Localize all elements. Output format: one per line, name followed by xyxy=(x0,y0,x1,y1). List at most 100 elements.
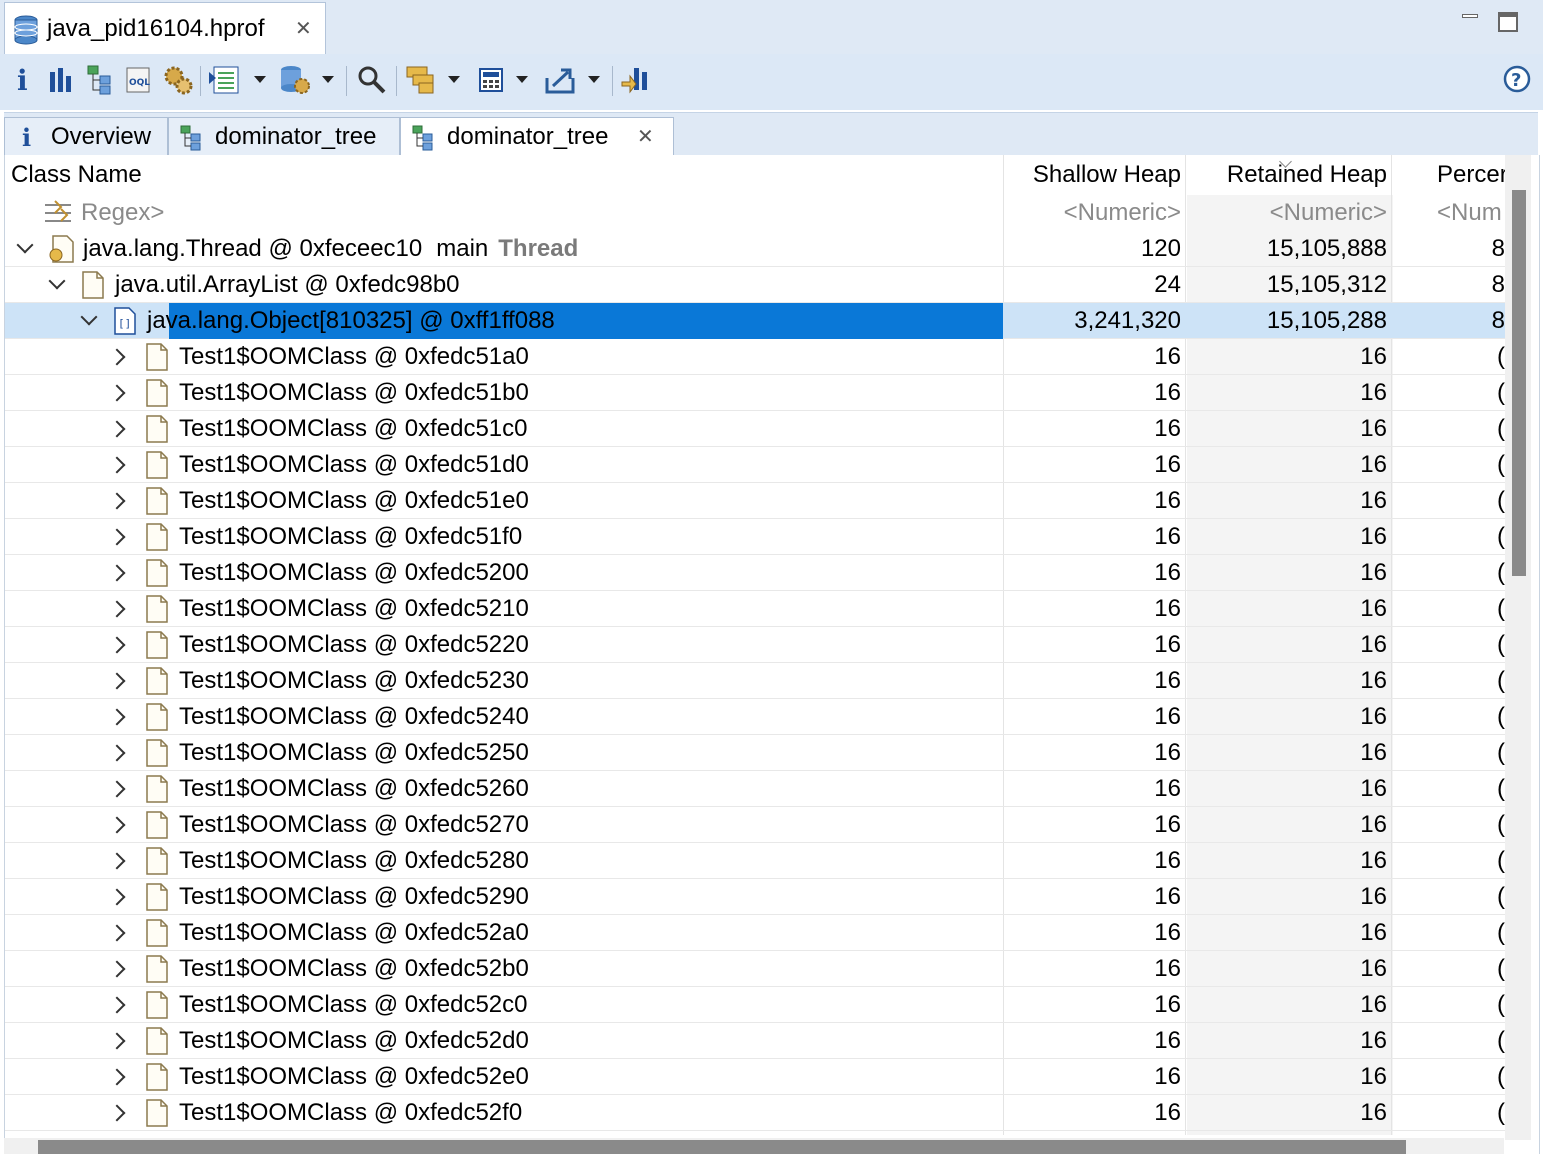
expand-chevron-icon[interactable] xyxy=(109,993,131,1015)
tree-row[interactable]: Test1$OOMClass @ 0xfedc5290 16 16 ( xyxy=(5,879,1505,915)
help-icon[interactable]: ? xyxy=(1502,64,1532,96)
retained-filter-input[interactable]: <Numeric> xyxy=(1189,195,1387,231)
tree-row[interactable]: Test1$OOMClass @ 0xfedc51a0 16 16 ( xyxy=(5,339,1505,375)
calculate-dropdown[interactable] xyxy=(516,76,528,83)
tree-row[interactable]: Test1$OOMClass @ 0xfedc51d0 16 16 ( xyxy=(5,447,1505,483)
collapse-chevron-icon[interactable] xyxy=(77,309,99,331)
oql-icon[interactable]: OQL xyxy=(124,64,154,96)
tree-row[interactable]: Test1$OOMClass @ 0xfedc51f0 16 16 ( xyxy=(5,519,1505,555)
retained-heap-cell: 16 xyxy=(1360,595,1387,622)
calculate-retained-icon[interactable] xyxy=(478,64,506,96)
tab-overview[interactable]: i Overview xyxy=(4,117,168,155)
expand-chevron-icon[interactable] xyxy=(109,1101,131,1123)
expand-chevron-icon[interactable] xyxy=(109,381,131,403)
editor-tab[interactable]: java_pid16104.hprof ✕ xyxy=(4,2,326,54)
shallow-heap-cell: 16 xyxy=(1154,595,1181,622)
run-report-icon[interactable] xyxy=(208,64,242,96)
object-label: Test1$OOMClass @ 0xfedc51a0 xyxy=(179,343,529,370)
tree-row-selected[interactable]: [] java.lang.Object[810325] @ 0xff1ff088 3… xyxy=(5,303,1505,339)
shallow-filter-input[interactable]: <Numeric> xyxy=(1005,195,1181,231)
export-icon[interactable] xyxy=(544,64,580,96)
group-by-dropdown[interactable] xyxy=(448,76,460,83)
expand-chevron-icon[interactable] xyxy=(109,921,131,943)
shallow-heap-cell: 16 xyxy=(1154,739,1181,766)
tree-row[interactable]: Test1$OOMClass @ 0xfedc5230 16 16 ( xyxy=(5,663,1505,699)
tree-row[interactable]: Test1$OOMClass @ 0xfedc51e0 16 16 ( xyxy=(5,483,1505,519)
tree-row[interactable]: Test1$OOMClass @ 0xfedc5220 16 16 ( xyxy=(5,627,1505,663)
expand-chevron-icon[interactable] xyxy=(109,1065,131,1087)
percentage-cell: 8 xyxy=(1491,235,1505,262)
percentage-filter-input[interactable]: <Num xyxy=(1437,195,1507,231)
expand-chevron-icon[interactable] xyxy=(109,489,131,511)
tree-row[interactable]: Test1$OOMClass @ 0xfedc5250 16 16 ( xyxy=(5,735,1505,771)
object-icon xyxy=(145,1099,169,1132)
expand-chevron-icon[interactable] xyxy=(109,345,131,367)
tree-row[interactable]: Test1$OOMClass @ 0xfedc5240 16 16 ( xyxy=(5,699,1505,735)
close-icon[interactable]: ✕ xyxy=(637,119,654,155)
export-dropdown[interactable] xyxy=(588,76,600,83)
close-icon[interactable]: ✕ xyxy=(295,16,312,41)
pin-icon[interactable] xyxy=(620,64,654,96)
expand-chevron-icon[interactable] xyxy=(109,633,131,655)
expand-chevron-icon[interactable] xyxy=(109,777,131,799)
object-name: java.lang.Object[810325] @ 0xff1ff088 xyxy=(147,303,555,339)
tree-row[interactable]: Test1$OOMClass @ 0xfedc52d0 16 16 ( xyxy=(5,1023,1505,1059)
horizontal-scrollbar-thumb[interactable] xyxy=(38,1140,1406,1154)
expand-chevron-icon[interactable] xyxy=(109,741,131,763)
expand-chevron-icon[interactable] xyxy=(109,669,131,691)
object-icon xyxy=(145,955,169,988)
expand-chevron-icon[interactable] xyxy=(109,417,131,439)
vertical-scrollbar-thumb[interactable] xyxy=(1512,190,1526,576)
minimize-icon[interactable] xyxy=(1460,8,1480,22)
tab-dominator-tree-active[interactable]: dominator_tree ✕ xyxy=(400,117,674,156)
retained-heap-cell: 16 xyxy=(1360,847,1387,874)
percentage-cell: ( xyxy=(1497,415,1505,442)
column-header-shallow-heap[interactable]: Shallow Heap xyxy=(1005,155,1181,195)
search-icon[interactable] xyxy=(356,64,388,96)
percentage-cell: ( xyxy=(1497,1063,1505,1090)
expand-chevron-icon[interactable] xyxy=(109,705,131,727)
collapse-chevron-icon[interactable] xyxy=(45,273,67,295)
expand-chevron-icon[interactable] xyxy=(109,813,131,835)
info-icon[interactable]: i xyxy=(14,64,32,96)
thread-overview-icon[interactable] xyxy=(162,64,194,96)
expand-chevron-icon[interactable] xyxy=(109,849,131,871)
expand-chevron-icon[interactable] xyxy=(109,561,131,583)
tree-row[interactable]: Test1$OOMClass @ 0xfedc5280 16 16 ( xyxy=(5,843,1505,879)
horizontal-scrollbar[interactable] xyxy=(4,1138,1504,1154)
retained-heap-cell: 16 xyxy=(1360,343,1387,370)
tab-dominator-tree[interactable]: dominator_tree xyxy=(168,117,400,155)
expand-chevron-icon[interactable] xyxy=(109,525,131,547)
tree-row[interactable]: Test1$OOMClass @ 0xfedc52e0 16 16 ( xyxy=(5,1059,1505,1095)
tree-row[interactable]: Test1$OOMClass @ 0xfedc51c0 16 16 ( xyxy=(5,411,1505,447)
vertical-scrollbar[interactable] xyxy=(1505,155,1531,1140)
column-header-class-name[interactable]: Class Name xyxy=(11,155,1001,195)
tree-row[interactable]: Test1$OOMClass @ 0xfedc52b0 16 16 ( xyxy=(5,951,1505,987)
expand-chevron-icon[interactable] xyxy=(109,885,131,907)
tree-row[interactable]: Test1$OOMClass @ 0xfedc5270 16 16 ( xyxy=(5,807,1505,843)
tree-row[interactable]: java.util.ArrayList @ 0xfedc98b0 24 15,105… xyxy=(5,267,1505,303)
expand-chevron-icon[interactable] xyxy=(109,957,131,979)
run-report-dropdown[interactable] xyxy=(254,76,266,83)
maximize-icon[interactable] xyxy=(1498,12,1518,32)
expand-chevron-icon[interactable] xyxy=(109,597,131,619)
tree-row[interactable]: Test1$OOMClass @ 0xfedc5200 16 16 ( xyxy=(5,555,1505,591)
column-header-percentage[interactable]: Percer xyxy=(1437,155,1507,195)
tree-row[interactable]: Test1$OOMClass @ 0xfedc51b0 16 16 ( xyxy=(5,375,1505,411)
object-name: java.util.ArrayList @ 0xfedc98b0 xyxy=(115,267,460,303)
histogram-icon[interactable] xyxy=(48,64,76,96)
dominator-tree-icon[interactable] xyxy=(86,64,116,96)
tree-row[interactable]: Test1$OOMClass @ 0xfedc52a0 16 16 ( xyxy=(5,915,1505,951)
expand-chevron-icon[interactable] xyxy=(109,453,131,475)
heap-dump-overview-icon[interactable] xyxy=(278,64,312,96)
tree-row[interactable]: Test1$OOMClass @ 0xfedc52c0 16 16 ( xyxy=(5,987,1505,1023)
regex-filter-input[interactable]: Regex> xyxy=(81,195,981,231)
tree-row[interactable]: Test1$OOMClass @ 0xfedc5210 16 16 ( xyxy=(5,591,1505,627)
group-by-icon[interactable] xyxy=(404,64,440,96)
tree-row[interactable]: java.lang.Thread @ 0xfeceec10 main Thread 1… xyxy=(5,231,1505,267)
collapse-chevron-icon[interactable] xyxy=(13,237,35,259)
heap-dump-dropdown[interactable] xyxy=(322,76,334,83)
expand-chevron-icon[interactable] xyxy=(109,1029,131,1051)
tree-row[interactable]: Test1$OOMClass @ 0xfedc52f0 16 16 ( xyxy=(5,1095,1505,1131)
tree-row[interactable]: Test1$OOMClass @ 0xfedc5260 16 16 ( xyxy=(5,771,1505,807)
